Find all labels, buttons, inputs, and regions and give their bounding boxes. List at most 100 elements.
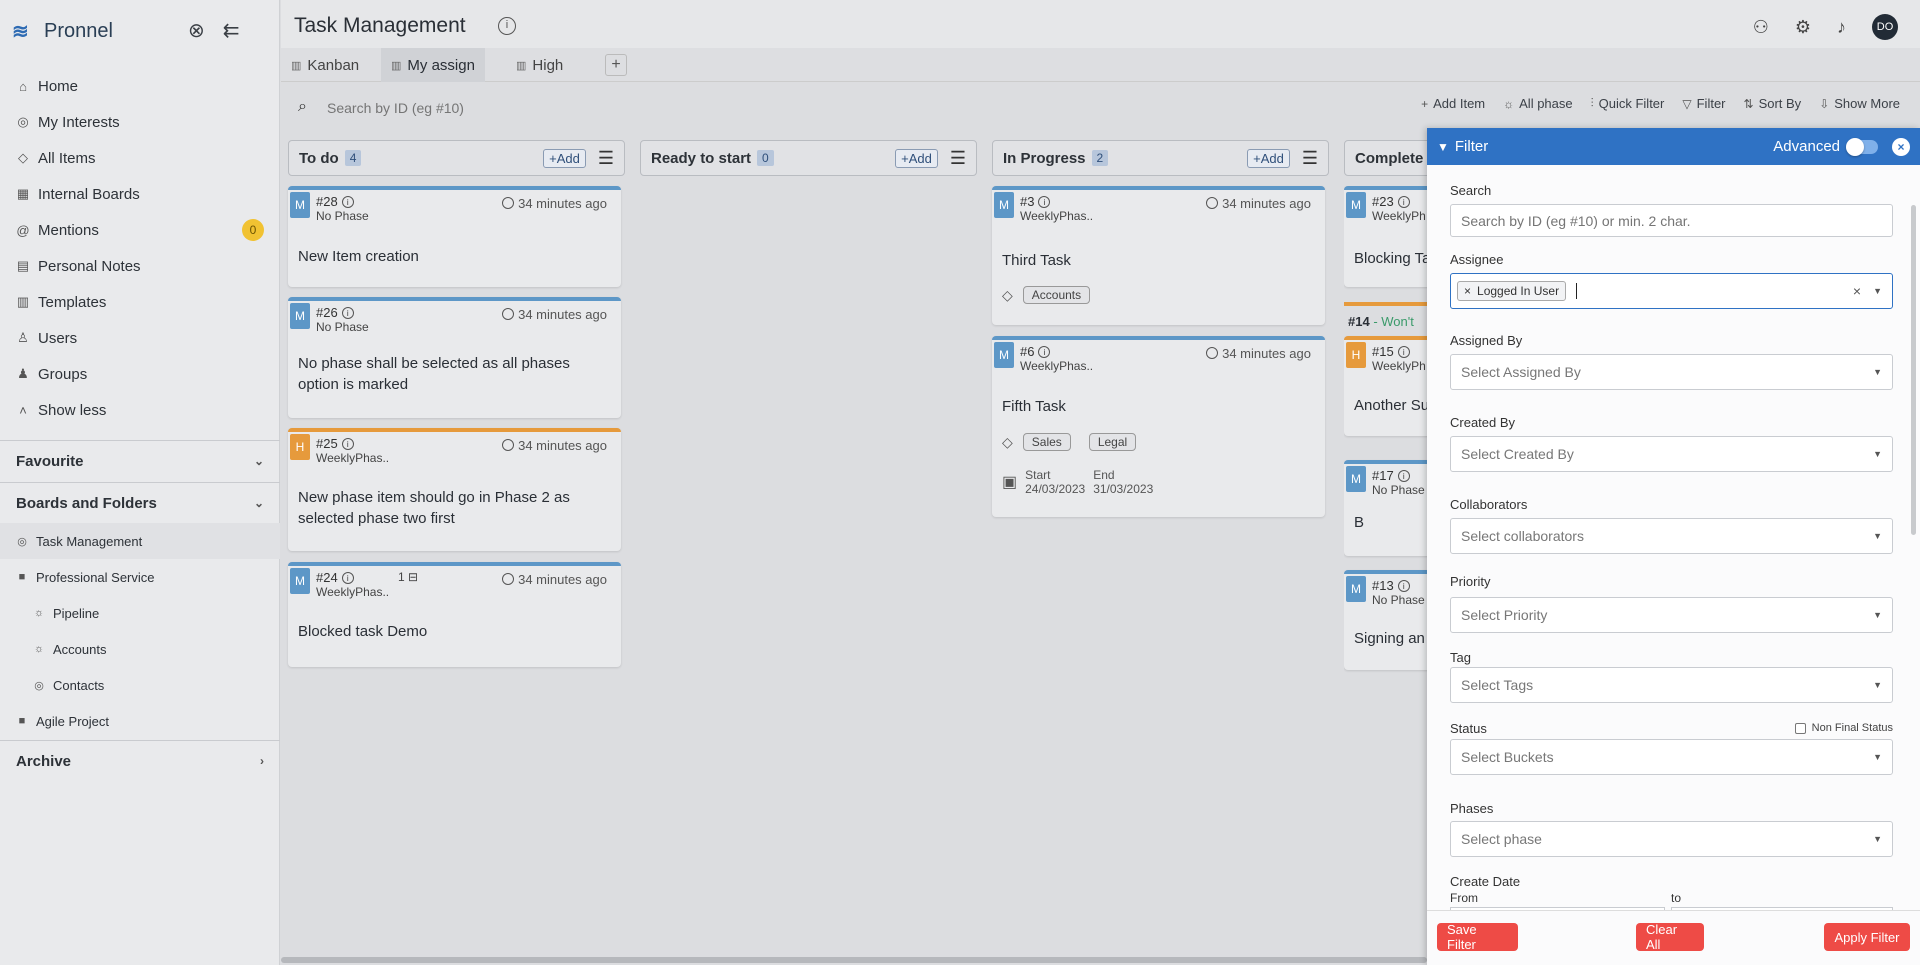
sidebar-item-all-items[interactable]: ◇ All Items <box>0 140 280 176</box>
filter-button[interactable]: ▽ Filter <box>1682 96 1725 111</box>
add-item-button[interactable]: + Add Item <box>1421 96 1485 111</box>
filter-scrollbar[interactable] <box>1911 205 1916 535</box>
info-icon[interactable]: i <box>498 17 516 35</box>
sidebar-item-templates[interactable]: ▥ Templates <box>0 284 280 320</box>
start-date: Start 24/03/2023 <box>1025 468 1085 496</box>
avatar[interactable]: DO <box>1872 14 1898 40</box>
tag-chip[interactable]: Sales <box>1022 433 1071 451</box>
caret-down-icon[interactable]: ▼ <box>1873 286 1882 296</box>
task-card[interactable]: M #13 i No Phase Signing an <box>1344 570 1427 670</box>
task-card[interactable]: M #6 i WeeklyPhas.. 34 minutes ago Fifth … <box>992 336 1325 517</box>
advanced-toggle[interactable] <box>1846 137 1878 156</box>
tree-item-agile-project[interactable]: ■ Agile Project <box>0 703 280 739</box>
sidebar: ≋ Pronnel ⊗ ⇇ ⌂ Home ◎ My Interests ◇ All I… <box>0 0 280 965</box>
tag-chip[interactable]: Accounts <box>1022 286 1091 304</box>
priority-select[interactable]: Select Priority ▼ <box>1450 597 1893 633</box>
tab-my-assign[interactable]: ▥ My assign <box>381 48 485 82</box>
task-card[interactable]: M #28 i No Phase 34 minutes ago New Item … <box>288 186 621 287</box>
task-card[interactable]: H #15 i WeeklyPh Another Su <box>1344 336 1427 436</box>
card-phase: WeeklyPh <box>1372 359 1426 373</box>
arrow-down-icon: ⇩ <box>1819 96 1830 111</box>
created-by-select[interactable]: Select Created By ▼ <box>1450 436 1893 472</box>
horizontal-scrollbar[interactable] <box>281 957 1427 963</box>
tree-item-professional-service[interactable]: ■ Professional Service <box>0 559 280 595</box>
column-menu-icon[interactable]: ☰ <box>950 148 966 169</box>
collapse-sidebar-icon[interactable]: ⇇ <box>223 18 240 43</box>
info-icon[interactable]: i <box>341 307 354 319</box>
clear-all-button[interactable]: Clear All <box>1636 922 1704 952</box>
clock-icon <box>1206 197 1219 209</box>
tree-item-pipeline[interactable]: ☼ Pipeline <box>0 595 280 631</box>
bell-icon[interactable]: ♪ <box>1837 17 1846 38</box>
pin-off-icon[interactable]: ⊗ <box>188 18 205 43</box>
status-select[interactable]: Select Buckets ▼ <box>1450 739 1893 775</box>
info-icon[interactable]: i <box>341 196 354 208</box>
group-header[interactable]: #14 - Won't <box>1344 302 1427 337</box>
task-card[interactable]: M #24 i 1 ⊟ WeeklyPhas.. 34 minutes ago B… <box>288 562 621 667</box>
filter-search-input[interactable] <box>1450 204 1893 237</box>
task-card[interactable]: H #25 i WeeklyPhas.. 34 minutes ago New p… <box>288 428 621 551</box>
add-tab-button[interactable]: + <box>605 54 627 76</box>
save-filter-button[interactable]: Save Filter <box>1437 922 1518 952</box>
favourite-section[interactable]: Favourite ⌄ <box>0 441 280 481</box>
task-card[interactable]: M #23 i WeeklyPh Blocking Ta <box>1344 186 1427 287</box>
user-icon: ♙ <box>17 330 29 345</box>
clear-icon[interactable]: × <box>1853 283 1861 299</box>
sidebar-item-show-less[interactable]: ˄ Show less <box>0 392 280 428</box>
info-icon[interactable]: i <box>1038 346 1051 358</box>
apply-filter-button[interactable]: Apply Filter <box>1824 923 1910 951</box>
gear-icon[interactable]: ⚙ <box>1795 17 1811 38</box>
info-icon[interactable]: i <box>1038 196 1051 208</box>
column-header: To do 4 +Add ☰ <box>288 140 625 176</box>
non-final-status-checkbox[interactable]: Non Final Status <box>1794 722 1893 734</box>
tag-chip[interactable]: Legal <box>1088 433 1137 451</box>
filter-panel: ▼ Filter Advanced × Search Assignee × Log… <box>1427 128 1920 965</box>
info-icon[interactable]: i <box>341 438 354 450</box>
info-icon[interactable]: i <box>341 572 354 584</box>
assignee-select[interactable]: × Logged In User × ▼ <box>1450 273 1893 309</box>
task-card[interactable]: M #3 i WeeklyPhas.. 34 minutes ago Third … <box>992 186 1325 325</box>
column-menu-icon[interactable]: ☰ <box>1302 148 1318 169</box>
sidebar-item-my-interests[interactable]: ◎ My Interests <box>0 104 280 140</box>
all-phase-button[interactable]: ☼ All phase <box>1503 96 1572 111</box>
assigned-by-select[interactable]: Select Assigned By ▼ <box>1450 354 1893 390</box>
tree-item-contacts[interactable]: ◎ Contacts <box>0 667 280 703</box>
info-icon[interactable]: i <box>1397 346 1410 358</box>
sidebar-item-internal-boards[interactable]: ▦ Internal Boards <box>0 176 280 212</box>
collaborators-select[interactable]: Select collaborators ▼ <box>1450 518 1893 554</box>
tag-select[interactable]: Select Tags ▼ <box>1450 667 1893 703</box>
sidebar-item-groups[interactable]: ♟ Groups <box>0 356 280 392</box>
chip-remove-icon[interactable]: × <box>1464 284 1471 298</box>
boards-and-folders-section[interactable]: Boards and Folders ⌄ <box>0 483 280 523</box>
column-add-button[interactable]: +Add <box>543 148 586 168</box>
sort-by-button[interactable]: ⇅ Sort By <box>1744 96 1802 111</box>
sidebar-item-label: Personal Notes <box>38 257 141 275</box>
show-more-button[interactable]: ⇩ Show More <box>1819 96 1900 111</box>
info-icon[interactable]: i <box>1397 470 1410 482</box>
phases-select[interactable]: Select phase ▼ <box>1450 821 1893 857</box>
column-add-button[interactable]: +Add <box>895 148 938 168</box>
task-card[interactable]: M #17 i No Phase B <box>1344 460 1427 556</box>
team-icon[interactable]: ⚇ <box>1753 17 1769 38</box>
tab-kanban[interactable]: ▥ Kanban <box>281 48 369 82</box>
tab-high[interactable]: ▥ High <box>506 48 573 82</box>
info-icon[interactable]: i <box>1397 196 1410 208</box>
board-search-input[interactable] <box>327 96 507 120</box>
sidebar-item-home[interactable]: ⌂ Home <box>0 68 280 104</box>
checkbox[interactable] <box>1794 722 1806 734</box>
sidebar-item-users[interactable]: ♙ Users <box>0 320 280 356</box>
assignee-label: Assignee <box>1450 252 1504 267</box>
tree-item-accounts[interactable]: ☼ Accounts <box>0 631 280 667</box>
column-menu-icon[interactable]: ☰ <box>598 148 614 169</box>
brand[interactable]: ≋ Pronnel <box>12 20 113 43</box>
task-card[interactable]: M #26 i No Phase 34 minutes ago No phase … <box>288 297 621 418</box>
archive-section[interactable]: Archive › <box>0 741 280 781</box>
sidebar-item-personal-notes[interactable]: ▤ Personal Notes <box>0 248 280 284</box>
column-add-button[interactable]: +Add <box>1247 148 1290 168</box>
sidebar-item-mentions[interactable]: @ Mentions 0 <box>0 212 280 248</box>
tree-item-task-management[interactable]: ◎ Task Management <box>0 523 280 559</box>
assignee-chip[interactable]: × Logged In User <box>1457 281 1567 301</box>
quick-filter-button[interactable]: ⫶ Quick Filter <box>1591 96 1665 111</box>
info-icon[interactable]: i <box>1397 580 1410 592</box>
close-icon[interactable]: × <box>1892 137 1910 156</box>
